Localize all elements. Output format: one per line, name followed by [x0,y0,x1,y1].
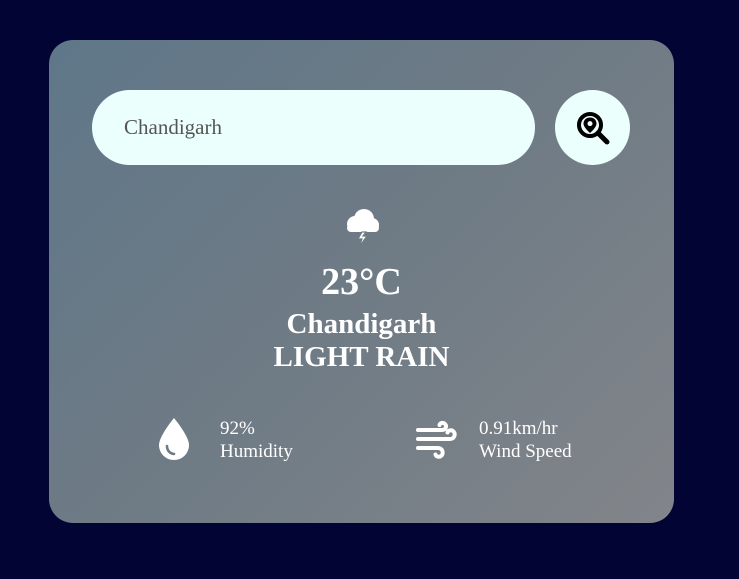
weather-description: LIGHT RAIN [273,341,450,373]
search-button[interactable] [555,90,630,165]
temperature: 23°C [321,261,402,303]
map-pin-search-icon [576,111,609,144]
thunderstorm-cloud-icon [346,209,379,248]
city-name: Chandigarh [286,308,437,340]
weather-card: 23°C Chandigarh LIGHT RAIN 92% Humidity … [49,40,674,523]
humidity-label: Humidity [220,441,293,462]
search-bar [92,90,630,165]
humidity-value: 92% [220,418,255,439]
city-search-input[interactable] [92,90,535,165]
wind-stat: 0.91km/hr Wind Speed [416,417,616,471]
water-drop-icon [159,418,189,460]
humidity-stat: 92% Humidity [157,417,317,471]
wind-speed-label: Wind Speed [479,441,572,462]
current-weather: 23°C Chandigarh LIGHT RAIN [49,205,674,374]
wind-icon [416,420,457,459]
wind-speed-value: 0.91km/hr [479,418,558,439]
